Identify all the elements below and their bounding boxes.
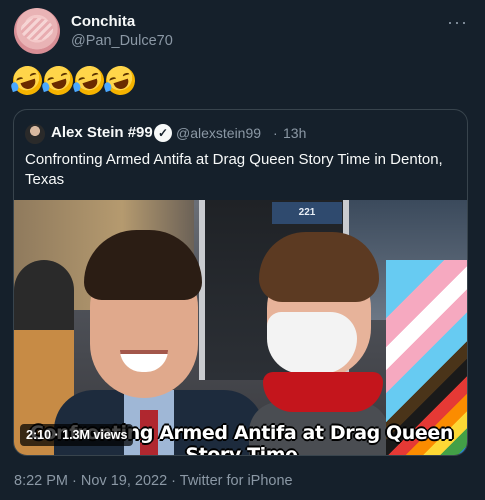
tweet-header: Conchita @Pan_Dulce70 ··· bbox=[14, 8, 474, 58]
quoted-author-display-name: Alex Stein #99 bbox=[51, 124, 153, 141]
quoted-tweet-card[interactable]: Alex Stein #99 ✓ @alexstein99 · 13h Conf… bbox=[13, 109, 468, 456]
separator-dot: · bbox=[273, 125, 278, 141]
rolling-on-floor-laughing-emoji-icon bbox=[40, 62, 77, 99]
building-number-sign: 221 bbox=[272, 202, 342, 224]
quoted-author-handle: @alexstein99 bbox=[176, 125, 262, 141]
video-duration-views-badge: 2:10 · 1.3M views bbox=[20, 424, 134, 446]
rolling-on-floor-laughing-emoji-icon bbox=[71, 62, 108, 99]
verified-badge-icon: ✓ bbox=[154, 124, 172, 142]
rolling-on-floor-laughing-emoji-icon bbox=[102, 62, 139, 99]
tweet-source[interactable]: Twitter for iPhone bbox=[180, 473, 293, 489]
rolling-on-floor-laughing-emoji-icon bbox=[9, 62, 46, 99]
quoted-author-avatar bbox=[25, 124, 45, 144]
quoted-tweet-time[interactable]: 13h bbox=[283, 125, 306, 141]
tweet-timestamp[interactable]: 8:22 PM · Nov 19, 2022 · bbox=[14, 473, 176, 489]
author-display-name[interactable]: Conchita bbox=[71, 13, 135, 30]
tweet-metadata: 8:22 PM · Nov 19, 2022 · Twitter for iPh… bbox=[14, 473, 293, 489]
author-handle[interactable]: @Pan_Dulce70 bbox=[71, 33, 173, 49]
quoted-tweet-text: Confronting Armed Antifa at Drag Queen S… bbox=[25, 151, 443, 188]
video-thumbnail[interactable]: 221 Confronting Armed Antifa at Drag Que… bbox=[14, 200, 467, 455]
author-avatar[interactable] bbox=[14, 8, 60, 54]
tweet-emoji-text bbox=[9, 62, 139, 100]
more-options-icon[interactable]: ··· bbox=[447, 12, 468, 33]
